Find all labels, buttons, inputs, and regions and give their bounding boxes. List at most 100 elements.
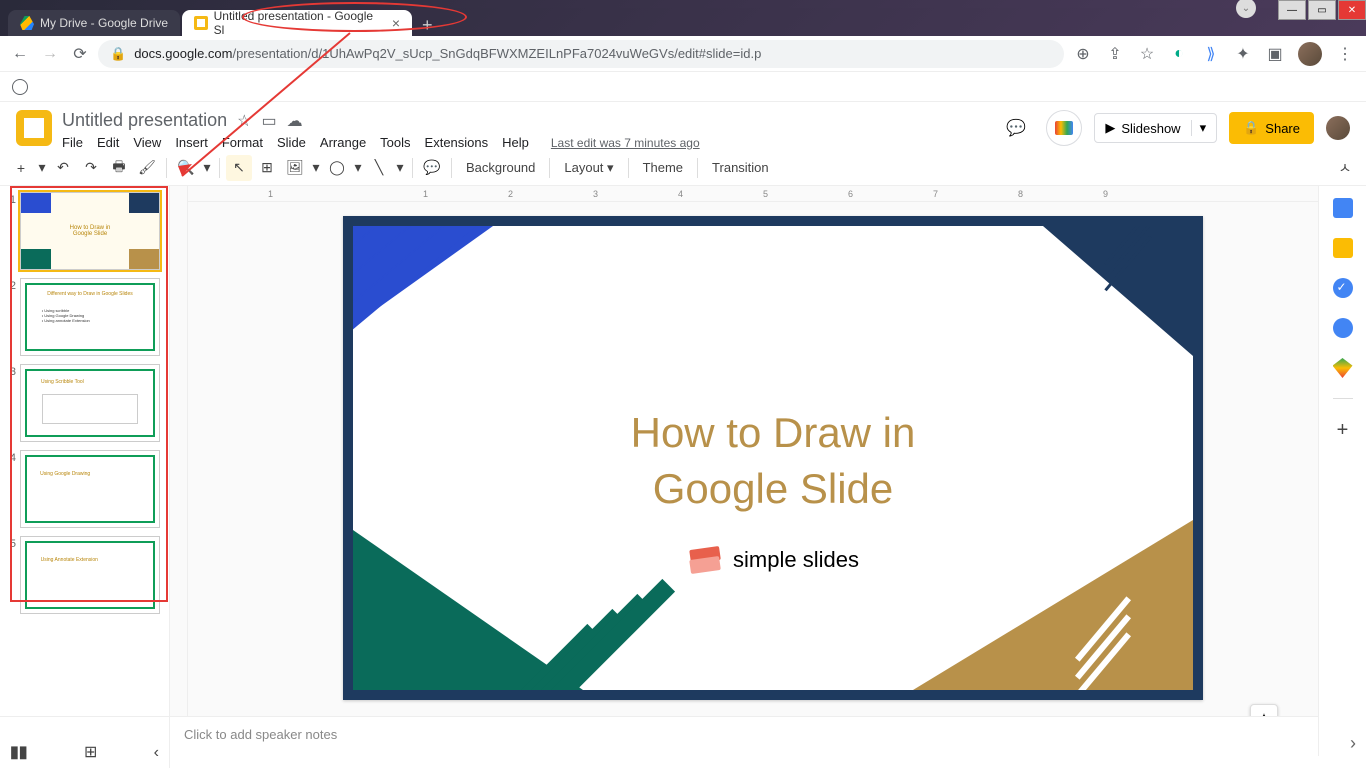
- theme-button[interactable]: Theme: [635, 156, 691, 179]
- account-avatar[interactable]: [1326, 116, 1350, 140]
- comments-button[interactable]: 💬: [998, 110, 1034, 146]
- star-icon[interactable]: ☆: [1138, 45, 1156, 63]
- thumb-label: Using Google Drawing: [40, 471, 90, 477]
- slides-logo-icon[interactable]: [16, 110, 52, 146]
- thumbnail-2[interactable]: Different way to Draw in Google Slides •…: [20, 278, 160, 356]
- grid-view-icon[interactable]: ▮▮: [10, 742, 28, 762]
- globe-icon[interactable]: [12, 79, 28, 95]
- keep-icon[interactable]: [1333, 238, 1353, 258]
- slideshow-button[interactable]: ▶ Slideshow ▾: [1094, 113, 1217, 143]
- menu-view[interactable]: View: [133, 135, 161, 150]
- forward-button[interactable]: →: [38, 42, 62, 66]
- speaker-notes-input[interactable]: Click to add speaker notes: [170, 717, 1318, 768]
- url-path: /presentation/d/1UhAwPq2V_sUcp_SnGdqBFWX…: [232, 46, 761, 61]
- menu-tools[interactable]: Tools: [380, 135, 410, 150]
- main-area: 1 How to Draw inGoogle Slide 2 Different…: [0, 186, 1366, 756]
- line-dropdown[interactable]: ▾: [394, 155, 406, 181]
- side-panel-toggle[interactable]: ›: [1350, 733, 1356, 754]
- new-slide-button[interactable]: +: [8, 155, 34, 181]
- cast-icon[interactable]: ⟫: [1202, 45, 1220, 63]
- contacts-icon[interactable]: [1333, 318, 1353, 338]
- canvas-area[interactable]: 1 1 2 3 4 5 6 7 8 9 How to Draw inGo: [188, 186, 1318, 756]
- doc-title[interactable]: Untitled presentation: [62, 110, 227, 131]
- collapse-filmstrip-icon[interactable]: ‹: [154, 744, 159, 762]
- thumb-label: Different way to Draw in Google Slides: [47, 291, 133, 297]
- slideshow-dropdown-icon[interactable]: ▾: [1191, 120, 1207, 136]
- back-button[interactable]: ←: [8, 42, 32, 66]
- tasks-icon[interactable]: [1333, 278, 1353, 298]
- menu-arrange[interactable]: Arrange: [320, 135, 366, 150]
- textbox-tool[interactable]: ⊞: [254, 155, 280, 181]
- zoom-button[interactable]: 🔍: [173, 155, 199, 181]
- separator: [549, 158, 550, 178]
- star-doc-icon[interactable]: ☆: [237, 111, 251, 131]
- reload-button[interactable]: ⟳: [68, 42, 92, 66]
- thumbnail-1[interactable]: How to Draw inGoogle Slide: [20, 192, 160, 270]
- side-panel: +: [1318, 186, 1366, 756]
- background-button[interactable]: Background: [458, 156, 543, 179]
- last-edit-link[interactable]: Last edit was 7 minutes ago: [551, 136, 700, 150]
- slides-favicon-icon: [194, 16, 208, 30]
- paint-format-button[interactable]: 🖌: [134, 155, 160, 181]
- reading-list-icon[interactable]: ▣: [1266, 45, 1284, 63]
- thumbnail-4[interactable]: Using Google Drawing: [20, 450, 160, 528]
- image-dropdown[interactable]: ▾: [310, 155, 322, 181]
- undo-button[interactable]: ↶: [50, 155, 76, 181]
- cloud-status-icon[interactable]: ☁: [287, 111, 303, 131]
- url-input[interactable]: 🔒 docs.google.com/presentation/d/1UhAwPq…: [98, 40, 1064, 68]
- filmstrip-view-icon[interactable]: ⊞: [84, 742, 97, 762]
- zoom-icon[interactable]: ⊕: [1074, 45, 1092, 63]
- thumbnail-5[interactable]: Using Annotate Extension: [20, 536, 160, 614]
- tab-close-icon[interactable]: ×: [392, 15, 400, 31]
- speaker-notes-bar: ▮▮ ⊞ ‹ Click to add speaker notes: [0, 716, 1318, 768]
- window-minimize[interactable]: —: [1278, 0, 1306, 20]
- chrome-menu-icon[interactable]: ⋮: [1336, 45, 1354, 63]
- move-doc-icon[interactable]: ▭: [261, 111, 276, 131]
- layout-button[interactable]: Layout ▾: [556, 156, 621, 180]
- menu-format[interactable]: Format: [222, 135, 263, 150]
- menu-file[interactable]: File: [62, 135, 83, 150]
- zoom-dropdown[interactable]: ▾: [201, 155, 213, 181]
- print-button[interactable]: 🖶: [106, 155, 132, 181]
- calendar-icon[interactable]: [1333, 198, 1353, 218]
- profile-avatar[interactable]: [1298, 42, 1322, 66]
- menu-extensions[interactable]: Extensions: [425, 135, 489, 150]
- thumbnail-3[interactable]: Using Scribble Tool: [20, 364, 160, 442]
- menu-edit[interactable]: Edit: [97, 135, 119, 150]
- drive-favicon-icon: [20, 16, 34, 30]
- tab-title: Untitled presentation - Google Sl: [214, 9, 382, 37]
- select-tool[interactable]: ↖: [226, 155, 252, 181]
- window-maximize[interactable]: ▭: [1308, 0, 1336, 20]
- slide-filmstrip[interactable]: 1 How to Draw inGoogle Slide 2 Different…: [0, 186, 170, 756]
- collapse-toolbar-icon[interactable]: ㅅ: [1332, 155, 1358, 181]
- puzzle-icon[interactable]: ✦: [1234, 45, 1252, 63]
- shape-tool[interactable]: ◯: [324, 155, 350, 181]
- redo-button[interactable]: ↷: [78, 155, 104, 181]
- slide-title-text[interactable]: How to Draw inGoogle Slide: [353, 406, 1193, 517]
- new-tab-button[interactable]: +: [414, 15, 441, 36]
- window-close[interactable]: ✕: [1338, 0, 1366, 20]
- add-addon-button[interactable]: +: [1337, 419, 1349, 442]
- lock-icon: 🔒: [110, 46, 126, 62]
- bookmarks-bar: [0, 72, 1366, 102]
- share-button[interactable]: 🔒 Share: [1229, 112, 1314, 144]
- shape-dropdown[interactable]: ▾: [352, 155, 364, 181]
- slide-canvas[interactable]: How to Draw inGoogle Slide simple slides: [343, 216, 1203, 700]
- maps-icon[interactable]: [1333, 358, 1353, 378]
- thumb-label: How to Draw inGoogle Slide: [70, 225, 111, 237]
- transition-button[interactable]: Transition: [704, 156, 777, 179]
- tab-drive[interactable]: My Drive - Google Drive: [8, 10, 180, 36]
- menu-slide[interactable]: Slide: [277, 135, 306, 150]
- extension-icon[interactable]: ◐: [1170, 45, 1188, 63]
- separator: [412, 158, 413, 178]
- line-tool[interactable]: ╲: [366, 155, 392, 181]
- menu-help[interactable]: Help: [502, 135, 529, 150]
- share-page-icon[interactable]: ⇪: [1106, 45, 1124, 63]
- window-chrome: ⌄ — ▭ ✕: [0, 0, 1366, 8]
- new-slide-dropdown[interactable]: ▾: [36, 155, 48, 181]
- meet-button[interactable]: [1046, 110, 1082, 146]
- comment-button[interactable]: 💬: [419, 155, 445, 181]
- menu-insert[interactable]: Insert: [175, 135, 208, 150]
- tab-slides[interactable]: Untitled presentation - Google Sl ×: [182, 10, 412, 36]
- image-tool[interactable]: 🖼: [282, 155, 308, 181]
